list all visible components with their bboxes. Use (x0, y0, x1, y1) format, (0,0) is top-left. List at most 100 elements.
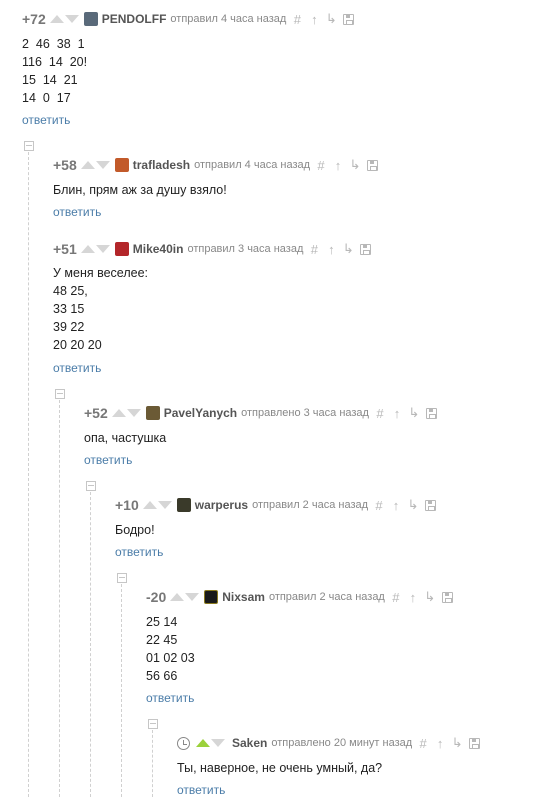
parent-link-icon[interactable]: ↑ (408, 590, 418, 605)
comment-line: У меня веселее: (53, 266, 149, 280)
comment-line: 22 45 (146, 633, 178, 647)
avatar[interactable] (176, 498, 191, 512)
comment-body: 2 46 38 1 116 14 20! 15 14 21 14 0 17 (22, 35, 87, 107)
reply-tree-icon[interactable]: ↳ (326, 11, 337, 27)
comment-line: Бодро! (115, 523, 155, 537)
upvote-arrow-icon[interactable] (170, 593, 185, 601)
thread-branch-line[interactable] (152, 730, 153, 797)
comment-header: -20 Nixsam отправил 2 часа назад # ↑ ↳ (146, 589, 453, 605)
hash-link-icon[interactable]: # (316, 158, 326, 173)
parent-link-icon[interactable]: ↑ (392, 406, 402, 421)
collapse-toggle[interactable] (55, 389, 65, 399)
reply-link[interactable]: ответить (84, 453, 132, 467)
comment-rating: +10 (115, 497, 139, 513)
comment-author[interactable]: Nixsam (222, 590, 265, 604)
comment-header: +58 trafladesh отправил 4 часа назад # ↑… (53, 157, 379, 173)
comment-header: +10 warperus отправил 2 часа назад # ↑ ↳ (115, 497, 437, 513)
upvote-arrow-icon[interactable] (49, 15, 64, 23)
comment-time: отправил 2 часа назад (252, 499, 369, 511)
upvote-arrow-icon[interactable] (80, 161, 95, 169)
comment-author[interactable]: Saken (232, 736, 267, 750)
upvote-arrow-icon[interactable] (142, 501, 157, 509)
reply-link[interactable]: ответить (22, 113, 70, 127)
save-icon[interactable] (343, 13, 355, 25)
hash-link-icon[interactable]: # (375, 406, 385, 421)
thread-branch-line[interactable] (121, 584, 122, 797)
comment-line: 20 20 20 (53, 338, 102, 352)
comment-line: Блин, прям аж за душу взяло! (53, 183, 227, 197)
comment-line: 48 25, (53, 284, 88, 298)
comment-line: 56 66 (146, 669, 178, 683)
comment-body: Блин, прям аж за душу взяло! (53, 181, 227, 199)
downvote-arrow-icon[interactable] (64, 15, 79, 23)
comment-line: 01 02 03 (146, 651, 195, 665)
comment-header: +51 Mike40in отправил 3 часа назад # ↑ ↳ (53, 241, 372, 257)
comment-line: 2 46 38 1 (22, 37, 85, 51)
collapse-toggle[interactable] (148, 719, 158, 729)
comment-time: отправлено 20 минут назад (271, 737, 413, 749)
comment-line: Ты, наверное, не очень умный, да? (177, 761, 383, 775)
avatar[interactable] (145, 406, 160, 420)
save-icon[interactable] (425, 407, 437, 419)
comment-line: 14 0 17 (22, 91, 71, 105)
reply-tree-icon[interactable]: ↳ (424, 589, 435, 605)
downvote-arrow-icon[interactable] (95, 161, 110, 169)
avatar[interactable] (114, 242, 129, 256)
parent-link-icon[interactable]: ↑ (309, 12, 319, 27)
thread-branch-line[interactable] (59, 400, 60, 797)
comment-line: 33 15 (53, 302, 85, 316)
collapse-toggle[interactable] (86, 481, 96, 491)
save-icon[interactable] (469, 737, 481, 749)
upvote-arrow-icon[interactable] (111, 409, 126, 417)
reply-link[interactable]: ответить (146, 691, 194, 705)
comment-body: 25 14 22 45 01 02 03 56 66 (146, 613, 195, 685)
save-icon[interactable] (360, 243, 372, 255)
collapse-toggle[interactable] (117, 573, 127, 583)
reply-tree-icon[interactable]: ↳ (408, 497, 419, 513)
avatar[interactable] (114, 158, 129, 172)
reply-tree-icon[interactable]: ↳ (409, 405, 420, 421)
parent-link-icon[interactable]: ↑ (391, 498, 401, 513)
upvote-arrow-icon[interactable] (80, 245, 95, 253)
downvote-arrow-icon[interactable] (126, 409, 141, 417)
save-icon[interactable] (425, 499, 437, 511)
save-icon[interactable] (441, 591, 453, 603)
reply-link[interactable]: ответить (53, 361, 101, 375)
comment-author[interactable]: trafladesh (133, 158, 190, 172)
upvote-arrow-icon[interactable] (196, 739, 210, 747)
comment-body: У меня веселее: 48 25, 33 15 39 22 20 20… (53, 264, 148, 354)
reply-link[interactable]: ответить (53, 205, 101, 219)
downvote-arrow-icon[interactable] (95, 245, 110, 253)
comment-time: отправил 4 часа назад (170, 13, 287, 25)
reply-link[interactable]: ответить (177, 783, 225, 797)
avatar[interactable] (83, 12, 98, 26)
comment-author[interactable]: warperus (195, 498, 248, 512)
comment-author[interactable]: Mike40in (133, 242, 184, 256)
comment-author[interactable]: PavelYanych (164, 406, 237, 420)
hash-link-icon[interactable]: # (418, 736, 428, 751)
collapse-toggle[interactable] (24, 141, 34, 151)
downvote-arrow-icon[interactable] (157, 501, 172, 509)
comment-time: отправлено 3 часа назад (241, 407, 369, 419)
hash-link-icon[interactable]: # (309, 242, 319, 257)
hash-link-icon[interactable]: # (374, 498, 384, 513)
avatar[interactable] (204, 590, 219, 604)
downvote-arrow-icon[interactable] (211, 739, 225, 747)
thread-branch-line[interactable] (90, 492, 91, 797)
downvote-arrow-icon[interactable] (185, 593, 200, 601)
comment-author[interactable]: PENDOLFF (102, 12, 167, 26)
reply-link[interactable]: ответить (115, 545, 163, 559)
reply-tree-icon[interactable]: ↳ (452, 735, 463, 751)
parent-link-icon[interactable]: ↑ (435, 736, 445, 751)
parent-link-icon[interactable]: ↑ (333, 158, 343, 173)
save-icon[interactable] (367, 159, 379, 171)
thread-branch-line[interactable] (28, 152, 29, 797)
reply-tree-icon[interactable]: ↳ (343, 241, 354, 257)
hash-link-icon[interactable]: # (292, 12, 302, 27)
parent-link-icon[interactable]: ↑ (326, 242, 336, 257)
comment-body: Ты, наверное, не очень умный, да? (177, 759, 382, 777)
hash-link-icon[interactable]: # (391, 590, 401, 605)
comment-header: +52 PavelYanych отправлено 3 часа назад … (84, 405, 437, 421)
reply-tree-icon[interactable]: ↳ (350, 157, 361, 173)
clock-icon (177, 736, 190, 750)
